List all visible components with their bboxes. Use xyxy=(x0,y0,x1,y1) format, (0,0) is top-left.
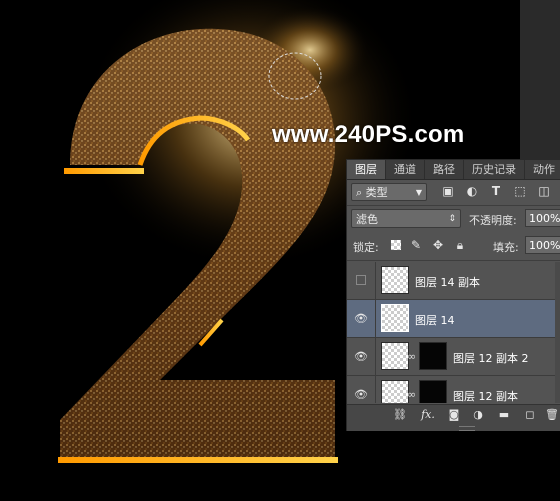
type-filter-icon[interactable]: T xyxy=(489,184,503,198)
layer-thumbnail xyxy=(381,380,409,403)
tab-channels[interactable]: 通道 xyxy=(386,160,425,179)
panel-tabs: 图层 通道 路径 历史记录 动作 xyxy=(347,160,560,180)
panel-resize-grip[interactable] xyxy=(347,424,560,431)
eye-icon: 👁︎ xyxy=(354,350,368,363)
opacity-field[interactable]: 100% xyxy=(525,209,560,227)
layer-row[interactable]: 👁︎ ∞ 图层 12 副本 xyxy=(347,376,560,403)
shape-filter-icon[interactable]: ⬚ xyxy=(513,184,527,198)
tab-history[interactable]: 历史记录 xyxy=(464,160,525,179)
layer-list: 图层 14 副本 👁︎ 图层 14 👁︎ ∞ 图层 12 副本 2 👁︎ ∞ 图… xyxy=(347,262,560,403)
lock-position-icon[interactable]: ✥ xyxy=(431,238,445,252)
layer-list-scrollbar[interactable] xyxy=(555,262,560,403)
divider xyxy=(347,260,560,261)
filter-kind-select[interactable]: ⌕ 类型 ▼ xyxy=(351,183,427,201)
layer-name: 图层 12 副本 2 xyxy=(453,352,529,365)
blend-row: 滤色 ⇕ 不透明度: 100% xyxy=(347,206,560,230)
grip-icon xyxy=(459,426,475,431)
layer-mask-thumbnail[interactable] xyxy=(419,342,447,370)
visibility-toggle[interactable] xyxy=(347,262,376,299)
tab-actions[interactable]: 动作 xyxy=(525,160,560,179)
lock-row: 锁定: ✎ ✥ 🔒︎ 填充: 100% xyxy=(347,233,560,257)
layers-bottom-toolbar: ⛓︎ fx. ◙ ◑ ▬ ◻ 🗑︎ xyxy=(347,404,560,425)
layer-name: 图层 14 副本 xyxy=(415,276,480,289)
layer-filter-row: ⌕ 类型 ▼ ▣ ◐ T ⬚ ◫ xyxy=(347,180,560,204)
visibility-toggle[interactable]: 👁︎ xyxy=(347,338,376,375)
link-layers-icon[interactable]: ⛓︎ xyxy=(393,408,407,422)
add-mask-icon[interactable]: ◙ xyxy=(447,408,461,422)
tab-layers[interactable]: 图层 xyxy=(347,160,386,179)
new-layer-icon[interactable]: ◻ xyxy=(523,408,537,422)
layer-thumbnail xyxy=(381,342,409,370)
lock-transparent-pixels-icon[interactable] xyxy=(391,240,401,250)
image-filter-icon[interactable]: ▣ xyxy=(441,184,455,198)
adjustment-filter-icon[interactable]: ◐ xyxy=(465,184,479,198)
lock-all-icon[interactable]: 🔒︎ xyxy=(453,238,467,252)
delete-layer-icon[interactable]: 🗑︎ xyxy=(545,408,559,422)
mask-link-icon[interactable]: ∞ xyxy=(407,350,417,364)
eye-icon: 👁︎ xyxy=(354,312,368,325)
visibility-toggle[interactable]: 👁︎ xyxy=(347,300,376,337)
layer-row[interactable]: 👁︎ 图层 14 xyxy=(347,300,560,338)
layer-row[interactable]: 👁︎ ∞ 图层 12 副本 2 xyxy=(347,338,560,376)
fill-field[interactable]: 100% xyxy=(525,236,560,254)
layer-thumbnail xyxy=(381,266,409,294)
chevron-down-icon: ▼ xyxy=(415,188,422,197)
layer-thumbnail xyxy=(381,304,409,332)
adjustment-layer-icon[interactable]: ◑ xyxy=(471,408,485,422)
blend-mode-select[interactable]: 滤色 ⇕ xyxy=(351,209,461,228)
layer-name: 图层 12 副本 xyxy=(453,390,518,403)
mask-link-icon[interactable]: ∞ xyxy=(407,388,417,402)
lock-image-pixels-icon[interactable]: ✎ xyxy=(409,238,423,252)
layers-panel: 图层 通道 路径 历史记录 动作 ⌕ 类型 ▼ ▣ ◐ T ⬚ ◫ 滤色 ⇕ 不… xyxy=(346,159,560,431)
watermark-text: www.240PS.com xyxy=(272,121,465,148)
layer-name: 图层 14 xyxy=(415,314,455,327)
smart-object-filter-icon[interactable]: ◫ xyxy=(537,184,551,198)
fill-label: 填充: xyxy=(493,241,519,254)
eye-icon: 👁︎ xyxy=(354,388,368,401)
new-group-icon[interactable]: ▬ xyxy=(497,408,511,422)
visibility-toggle[interactable]: 👁︎ xyxy=(347,376,376,403)
hidden-visibility-box xyxy=(356,275,366,285)
fx-icon[interactable]: fx. xyxy=(419,408,437,422)
filter-kind-label: 类型 xyxy=(365,186,388,199)
updown-icon: ⇕ xyxy=(448,214,456,224)
tab-paths[interactable]: 路径 xyxy=(425,160,464,179)
blend-mode-value: 滤色 xyxy=(356,213,378,226)
search-icon: ⌕ xyxy=(356,186,366,199)
lock-label: 锁定: xyxy=(353,241,379,254)
layer-row[interactable]: 图层 14 副本 xyxy=(347,262,560,300)
layer-mask-thumbnail[interactable] xyxy=(419,380,447,403)
opacity-label: 不透明度: xyxy=(469,214,517,227)
